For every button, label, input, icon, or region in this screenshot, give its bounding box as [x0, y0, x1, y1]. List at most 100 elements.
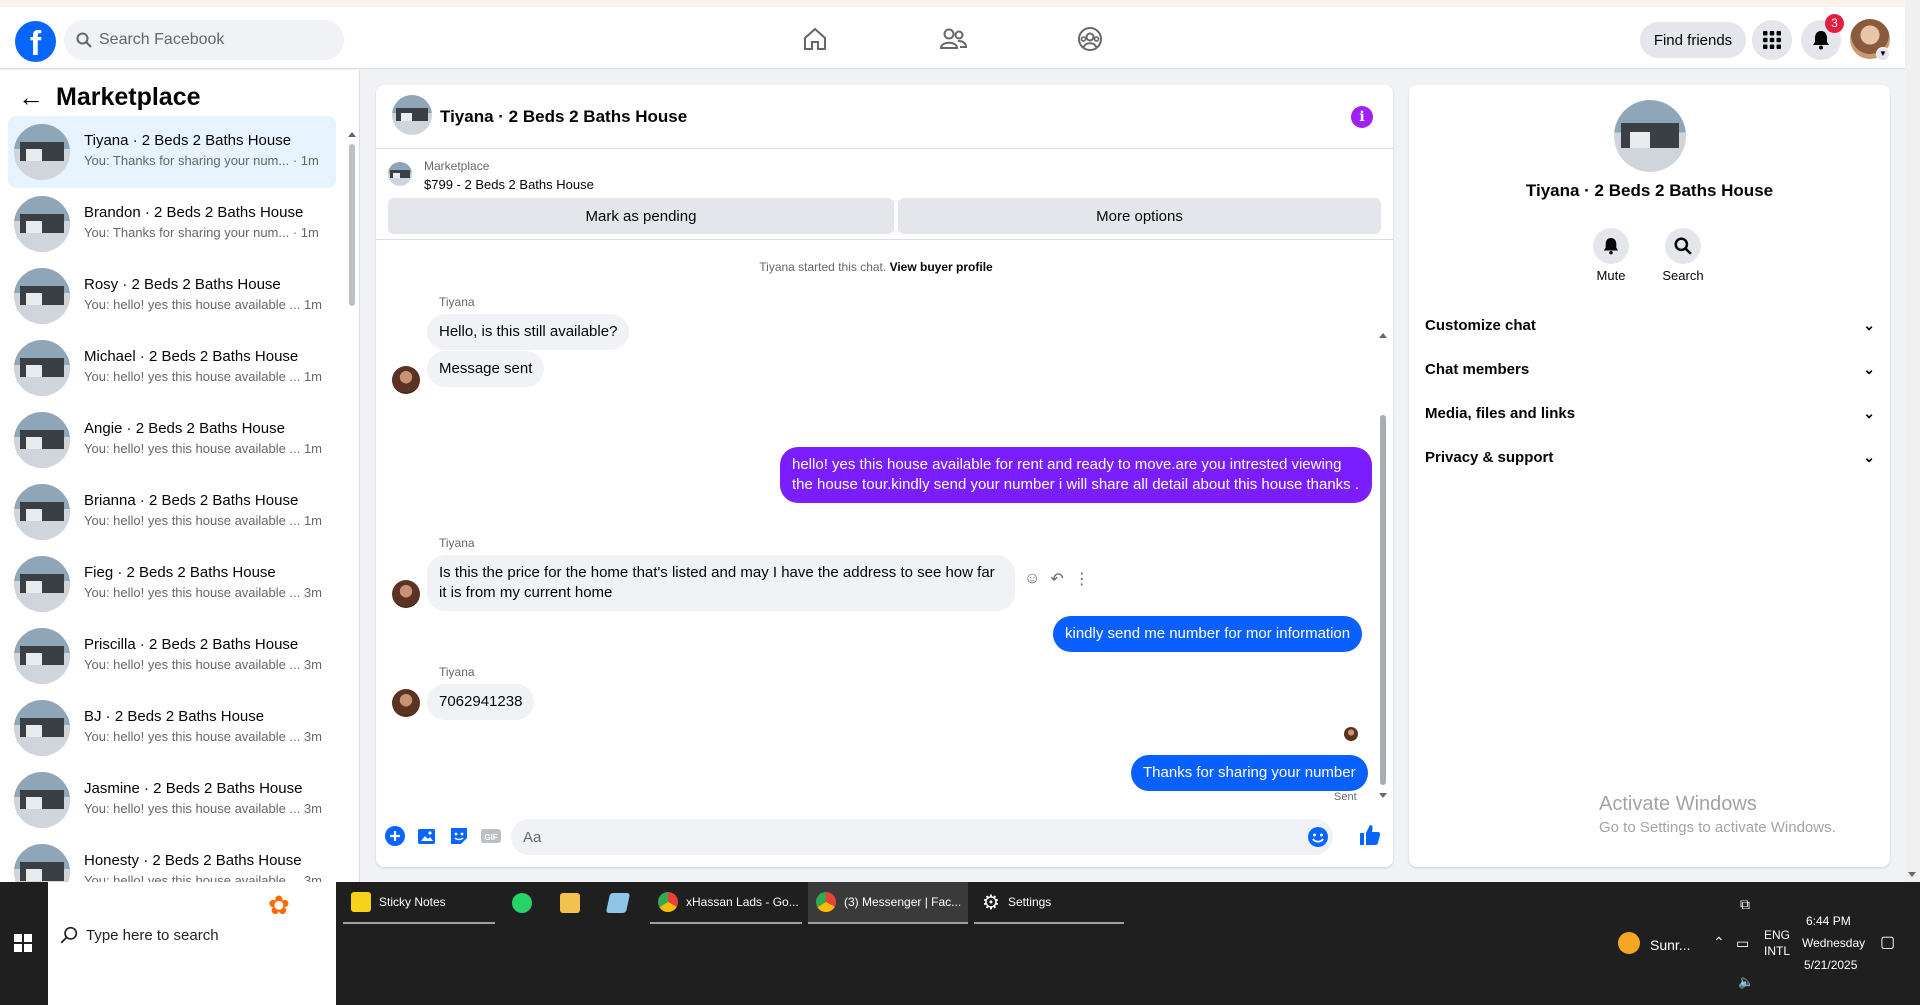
search-in-chat-button[interactable]: Search: [1653, 228, 1713, 283]
chevron-down-icon: ⌄: [1863, 448, 1875, 465]
weather-sun-icon[interactable]: [1618, 932, 1640, 954]
scrollbar-thumb[interactable]: [1380, 415, 1386, 785]
clock-day[interactable]: Wednesday: [1802, 936, 1865, 950]
message-input[interactable]: [523, 819, 1303, 855]
conversation-item[interactable]: Brandon · 2 Beds 2 Baths House You: Thank…: [8, 188, 336, 260]
chat-title[interactable]: Tiyana · 2 Beds 2 Baths House: [440, 107, 687, 127]
tablet-mode-icon[interactable]: ⧉: [1740, 896, 1750, 913]
sticker-icon[interactable]: [448, 825, 470, 847]
conversation-item[interactable]: Fieg · 2 Beds 2 Baths House You: hello! y…: [8, 548, 336, 620]
message-status: Sent: [1334, 791, 1357, 803]
scroll-up-icon[interactable]: [1379, 333, 1387, 338]
friends-tab[interactable]: [923, 21, 983, 57]
outgoing-message[interactable]: Thanks for sharing your number: [1131, 755, 1368, 791]
taskbar-search-input[interactable]: [86, 920, 286, 950]
back-arrow-icon[interactable]: ←: [18, 82, 48, 112]
mark-as-pending-button[interactable]: Mark as pending: [388, 198, 894, 234]
outgoing-message[interactable]: hello! yes this house available for rent…: [780, 447, 1372, 503]
language-code[interactable]: ENG: [1764, 928, 1790, 942]
conversation-name: Honesty · 2 Beds 2 Baths House: [84, 852, 302, 869]
conversation-item[interactable]: Priscilla · 2 Beds 2 Baths House You: hel…: [8, 620, 336, 692]
menu-button[interactable]: [1752, 20, 1792, 60]
clock-date[interactable]: 5/21/2025: [1804, 958, 1857, 972]
row-label: Customize chat: [1425, 316, 1536, 334]
row-label: Privacy & support: [1425, 448, 1554, 466]
more-options-button[interactable]: More options: [898, 198, 1381, 234]
conversation-item[interactable]: Brianna · 2 Beds 2 Baths House You: hello…: [8, 476, 336, 548]
chat-scrollbar[interactable]: [1378, 245, 1388, 805]
facebook-logo-icon[interactable]: f: [15, 21, 56, 62]
home-tab[interactable]: [785, 21, 845, 57]
taskbar-search[interactable]: ✿: [48, 882, 336, 1005]
sender-avatar[interactable]: [392, 689, 420, 717]
account-chevron-icon[interactable]: ▼: [1876, 47, 1890, 61]
incoming-message[interactable]: 7062941238: [427, 684, 535, 720]
taskbar-file-explorer[interactable]: [552, 882, 592, 924]
sticky-notes-icon: [351, 892, 371, 912]
find-friends-button[interactable]: Find friends: [1640, 22, 1746, 58]
taskbar-whatsapp[interactable]: [504, 882, 544, 924]
info-icon[interactable]: i: [1351, 106, 1373, 128]
scroll-down-icon[interactable]: [1908, 872, 1916, 877]
plus-circle-icon[interactable]: [384, 825, 406, 847]
taskbar-chrome-window-2[interactable]: (3) Messenger | Fac...: [808, 882, 968, 924]
chat-members-row[interactable]: Chat members ⌄: [1425, 351, 1875, 387]
mute-button[interactable]: Mute: [1581, 228, 1641, 283]
sidebar-scrollbar[interactable]: [348, 132, 356, 876]
windows-start-icon[interactable]: [14, 934, 32, 952]
outgoing-message[interactable]: kindly send me number for mor informatio…: [1053, 616, 1363, 652]
groups-tab[interactable]: [1060, 21, 1120, 57]
window-scrollbar[interactable]: [1905, 0, 1920, 882]
chat-panel: Tiyana · 2 Beds 2 Baths House i Marketpl…: [376, 85, 1393, 867]
conversation-item[interactable]: Tiyana · 2 Beds 2 Baths House You: Thanks…: [8, 116, 336, 188]
conversation-item[interactable]: Angie · 2 Beds 2 Baths House You: hello! …: [8, 404, 336, 476]
friends-icon: [939, 28, 967, 49]
message-field[interactable]: [511, 819, 1333, 855]
search-input[interactable]: [99, 20, 334, 60]
row-label: Media, files and links: [1425, 404, 1576, 422]
volume-icon[interactable]: 🔈: [1738, 974, 1754, 990]
conversation-item[interactable]: BJ · 2 Beds 2 Baths House You: hello! yes…: [8, 692, 336, 764]
taskbar-notes-app[interactable]: [600, 882, 640, 924]
emoji-icon[interactable]: [1307, 826, 1329, 848]
react-emoji-icon[interactable]: ☺: [1024, 570, 1040, 588]
clock-time[interactable]: 6:44 PM: [1806, 914, 1851, 928]
thumbs-up-icon[interactable]: [1358, 823, 1382, 847]
whatsapp-icon: [512, 893, 532, 913]
more-vertical-icon[interactable]: ⋮: [1074, 569, 1090, 589]
chat-started-text: Tiyana started this chat.: [759, 260, 887, 274]
customize-chat-row[interactable]: Customize chat ⌄: [1425, 307, 1875, 343]
view-buyer-profile-link[interactable]: View buyer profile: [890, 260, 993, 274]
sender-avatar[interactable]: [392, 366, 420, 394]
conversation-item[interactable]: Jasmine · 2 Beds 2 Baths House You: hello…: [8, 764, 336, 836]
incoming-message[interactable]: Hello, is this still available?: [427, 314, 630, 350]
reply-icon[interactable]: ↶: [1050, 569, 1063, 589]
conversation-item[interactable]: Rosy · 2 Beds 2 Baths House You: hello! y…: [8, 260, 336, 332]
network-icon[interactable]: ▭: [1736, 935, 1749, 952]
sender-name: Tiyana: [439, 295, 475, 309]
search-box[interactable]: [64, 20, 344, 60]
photo-icon[interactable]: [416, 825, 438, 847]
incoming-message[interactable]: Message sent: [427, 351, 545, 387]
language-layout[interactable]: INTL: [1764, 944, 1790, 958]
scrollbar-thumb[interactable]: [349, 144, 355, 306]
sender-avatar[interactable]: [392, 580, 420, 608]
listing-thumbnail: [14, 196, 70, 252]
chevron-up-icon[interactable]: ⌃: [1713, 934, 1725, 951]
listing-price[interactable]: $799 - 2 Beds 2 Baths House: [424, 177, 594, 192]
taskbar-sticky-notes[interactable]: Sticky Notes: [343, 882, 495, 924]
scroll-down-icon[interactable]: [1379, 793, 1387, 798]
media-files-links-row[interactable]: Media, files and links ⌄: [1425, 395, 1875, 431]
marketplace-sidebar: ← Marketplace Tiyana · 2 Beds 2 Baths Ho…: [0, 70, 360, 882]
scroll-up-icon[interactable]: [348, 132, 356, 137]
gif-icon[interactable]: GIF: [480, 825, 502, 847]
conversation-item[interactable]: Honesty · 2 Beds 2 Baths House You: hello…: [8, 836, 336, 882]
chat-thumbnail[interactable]: [392, 95, 432, 135]
weather-text[interactable]: Sunr...: [1650, 937, 1690, 953]
taskbar-settings[interactable]: ⚙ Settings: [974, 882, 1124, 924]
incoming-message[interactable]: Is this the price for the home that's li…: [427, 555, 1015, 611]
taskbar-chrome-window-1[interactable]: xHassan Lads - Go...: [650, 882, 802, 924]
notifications-center-icon[interactable]: ▢: [1880, 932, 1895, 952]
privacy-support-row[interactable]: Privacy & support ⌄: [1425, 439, 1875, 475]
conversation-item[interactable]: Michael · 2 Beds 2 Baths House You: hello…: [8, 332, 336, 404]
